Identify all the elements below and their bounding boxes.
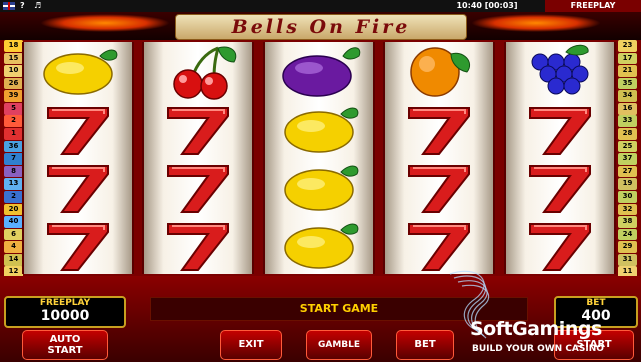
gamble-button[interactable]: GAMBLE <box>306 330 372 360</box>
payline-indicator: 5 <box>4 102 23 115</box>
payline-indicator: 20 <box>4 203 23 216</box>
payline-indicator: 17 <box>618 52 637 65</box>
lemon-symbol-icon <box>265 158 373 216</box>
softgamings-watermark: SoftGamings BUILD YOUR OWN CASINO <box>440 264 641 362</box>
payline-indicator: 34 <box>618 90 637 102</box>
payline-indicator: 37 <box>618 153 637 165</box>
payline-indicator: 40 <box>4 216 23 228</box>
payline-indicator: 13 <box>4 178 23 191</box>
seven-symbol-icon <box>506 158 614 216</box>
payline-indicator: 36 <box>4 140 23 153</box>
seven-symbol-icon <box>144 158 252 216</box>
payline-indicator: 1 <box>4 128 23 140</box>
paylines-left: 18 15 10 26 39 5 2 1 36 7 8 13 2 20 40 6 4 14 12 <box>4 40 23 279</box>
speaker-icon[interactable]: ♬ <box>34 1 41 10</box>
payline-indicator: 2 <box>4 190 23 203</box>
auto-start-line1: AUTO <box>49 334 81 345</box>
lemon-symbol-icon <box>265 216 373 274</box>
seven-symbol-icon <box>144 216 252 274</box>
seven-symbol-icon <box>24 100 132 158</box>
payline-indicator: 4 <box>4 241 23 253</box>
grapes-symbol-icon <box>506 42 614 100</box>
payline-indicator: 24 <box>618 228 637 241</box>
payline-indicator: 21 <box>618 65 637 77</box>
seven-symbol-icon <box>24 216 132 274</box>
payline-indicator: 8 <box>4 165 23 178</box>
payline-indicator: 29 <box>618 241 637 253</box>
reel <box>263 42 375 274</box>
plum-symbol-icon <box>265 42 373 100</box>
orange-symbol-icon <box>385 42 493 100</box>
payline-indicator: 32 <box>618 203 637 216</box>
payline-indicator: 30 <box>618 190 637 203</box>
reel <box>504 42 616 274</box>
payline-indicator: 28 <box>618 128 637 140</box>
payline-indicator: 2 <box>4 115 23 128</box>
auto-start-button[interactable]: AUTO START <box>22 330 108 360</box>
payline-indicator: 33 <box>618 115 637 128</box>
cherry-symbol-icon <box>144 42 252 100</box>
reel <box>142 42 254 274</box>
brand-name: SoftGamings <box>470 318 602 340</box>
lemon-symbol-icon <box>24 42 132 100</box>
seven-symbol-icon <box>506 100 614 158</box>
flame-left-decoration <box>40 14 170 32</box>
reel <box>22 42 134 274</box>
auto-start-line2: START <box>47 345 83 356</box>
help-icon[interactable]: ? <box>20 1 25 10</box>
payline-indicator: 39 <box>4 90 23 102</box>
seven-symbol-icon <box>385 158 493 216</box>
lemon-symbol-icon <box>265 100 373 158</box>
payline-indicator: 15 <box>4 52 23 65</box>
payline-indicator: 6 <box>4 228 23 241</box>
freeplay-value: 10000 <box>40 308 90 324</box>
payline-indicator: 23 <box>618 40 637 52</box>
payline-indicator: 26 <box>4 77 23 90</box>
game-title: Bells On Fire <box>175 14 467 40</box>
payline-indicator: 7 <box>4 153 23 165</box>
uk-flag-icon[interactable] <box>3 2 15 10</box>
mode-indicator: FREEPLAY <box>545 0 641 12</box>
clock-readout: 10:40 [00:03] <box>456 1 518 10</box>
payline-indicator: 10 <box>4 65 23 77</box>
exit-button[interactable]: EXIT <box>220 330 282 360</box>
payline-indicator: 38 <box>618 216 637 228</box>
seven-symbol-icon <box>144 100 252 158</box>
payline-indicator: 19 <box>618 178 637 191</box>
paylines-right: 23 17 21 35 34 16 33 28 25 37 27 19 30 32 38 24 29 31 11 <box>618 40 637 279</box>
top-bar: ? ♬ 10:40 [00:03] FREEPLAY <box>0 0 641 12</box>
brand-tagline: BUILD YOUR OWN CASINO <box>472 344 604 354</box>
payline-indicator: 18 <box>4 40 23 52</box>
flame-right-decoration <box>471 14 601 32</box>
seven-symbol-icon <box>385 100 493 158</box>
payline-indicator: 27 <box>618 165 637 178</box>
payline-indicator: 14 <box>4 253 23 266</box>
freeplay-balance: FREEPLAY 10000 <box>4 296 126 328</box>
payline-indicator: 35 <box>618 77 637 90</box>
payline-indicator: 16 <box>618 102 637 115</box>
seven-symbol-icon <box>24 158 132 216</box>
payline-indicator: 25 <box>618 140 637 153</box>
reel <box>383 42 495 274</box>
